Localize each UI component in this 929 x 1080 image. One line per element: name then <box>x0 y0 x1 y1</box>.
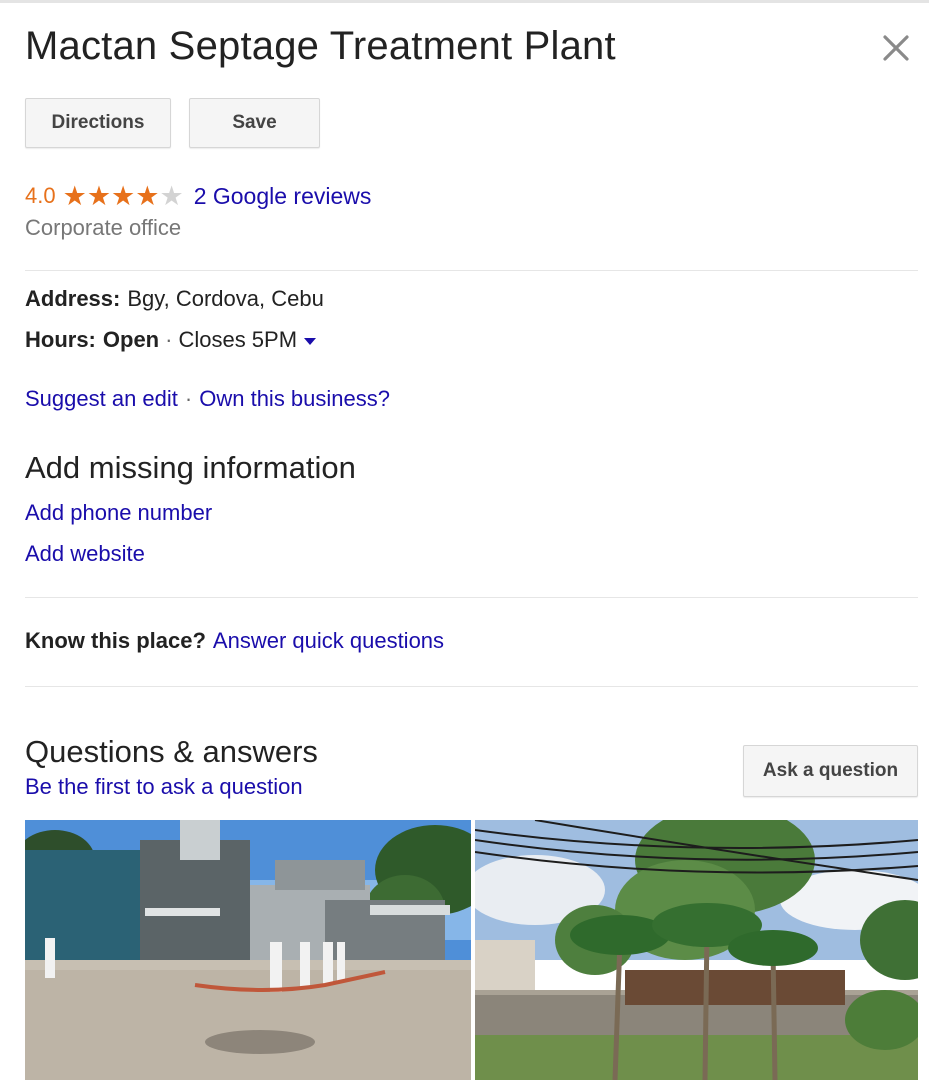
close-icon[interactable] <box>880 32 912 64</box>
hours-detail[interactable]: Closes 5PM <box>178 327 297 353</box>
caret-down-icon[interactable] <box>304 337 317 345</box>
divider <box>25 686 918 687</box>
star-full-icon: ★ <box>111 180 136 211</box>
add-website-link[interactable]: Add website <box>25 541 145 567</box>
hours-row: Hours: Open · Closes 5PM <box>25 327 317 353</box>
know-place-label: Know this place? <box>25 628 206 653</box>
ask-question-button[interactable]: Ask a question <box>743 745 918 797</box>
star-rating: ★ ★ ★ ★ ★ <box>62 180 184 211</box>
hours-label: Hours: <box>25 327 96 352</box>
suggest-edit-link[interactable]: Suggest an edit <box>25 386 178 411</box>
star-empty-icon: ★ <box>159 180 184 211</box>
own-business-link[interactable]: Own this business? <box>199 386 390 411</box>
place-category: Corporate office <box>25 215 182 240</box>
divider <box>25 270 918 271</box>
hours-status: Open <box>102 327 160 352</box>
missing-info-title: Add missing information <box>25 450 356 485</box>
place-photo-2[interactable] <box>475 820 918 1080</box>
answer-questions-link[interactable]: Answer quick questions <box>213 628 444 653</box>
place-photo-1[interactable] <box>25 820 471 1080</box>
address-value: Bgy, Cordova, Cebu <box>127 286 324 311</box>
know-place-row: Know this place? Answer quick questions <box>25 628 444 654</box>
address-label: Address: <box>25 286 121 311</box>
edit-links: Suggest an edit · Own this business? <box>25 386 390 412</box>
google-reviews-link[interactable]: 2 Google reviews <box>194 183 372 210</box>
rating-value: 4.0 <box>25 183 56 208</box>
divider <box>25 597 918 598</box>
qa-title: Questions & answers <box>25 734 318 769</box>
top-border <box>0 0 929 3</box>
save-button[interactable]: Save <box>189 98 320 148</box>
first-question-link[interactable]: Be the first to ask a question <box>25 774 303 800</box>
add-phone-link[interactable]: Add phone number <box>25 500 212 526</box>
address-row: Address: Bgy, Cordova, Cebu <box>25 286 324 312</box>
place-title: Mactan Septage Treatment Plant <box>25 24 616 68</box>
edit-links-separator: · <box>184 386 193 411</box>
star-full-icon: ★ <box>86 180 112 211</box>
directions-button[interactable]: Directions <box>25 98 171 148</box>
star-full-icon: ★ <box>135 180 160 211</box>
rating-row: 4.0 ★ ★ ★ ★ ★ 2 Google reviews <box>25 181 371 211</box>
star-full-icon: ★ <box>62 180 87 211</box>
hours-separator: · <box>165 327 173 352</box>
